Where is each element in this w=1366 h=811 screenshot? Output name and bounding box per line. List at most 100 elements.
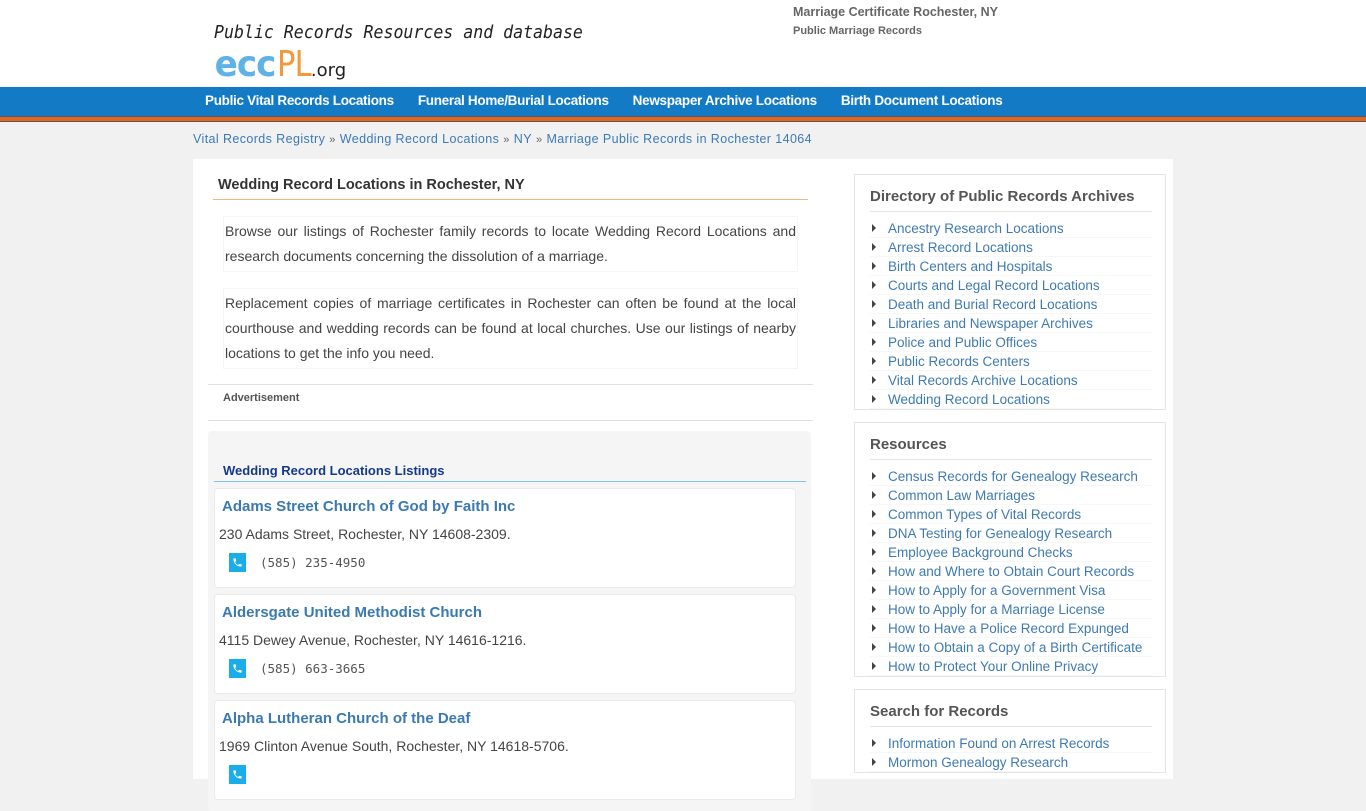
logo-org: .org: [310, 60, 347, 81]
breadcrumb-separator: »: [535, 134, 543, 146]
listing-name[interactable]: Alpha Lutheran Church of the Deaf: [219, 710, 791, 727]
site-tagline: Public Records Resources and database: [214, 22, 583, 43]
directory-item[interactable]: Courts and Legal Record Locations: [870, 276, 1152, 295]
search-records-link[interactable]: Information Found on Arrest Records: [888, 736, 1109, 751]
directory-link[interactable]: Ancestry Research Locations: [888, 221, 1064, 236]
nav-item-funeral-home-burial[interactable]: Funeral Home/Burial Locations: [418, 93, 609, 108]
resources-item[interactable]: How to Apply for a Government Visa: [870, 581, 1152, 600]
listing-name[interactable]: Adams Street Church of God by Faith Inc: [219, 498, 791, 515]
directory-item[interactable]: Arrest Record Locations: [870, 238, 1152, 257]
directory-item[interactable]: Wedding Record Locations: [870, 390, 1152, 409]
caret-right-icon: [872, 529, 876, 537]
breadcrumb-separator: »: [329, 134, 336, 146]
resources-item[interactable]: How to Protect Your Online Privacy: [870, 657, 1152, 676]
breadcrumb: Vital Records Registry » Wedding Record Lo…: [0, 122, 1366, 158]
page-content: Wedding Record Locations in Rochester, N…: [193, 159, 1173, 811]
resources-link[interactable]: DNA Testing for Genealogy Research: [888, 526, 1112, 541]
directory-link[interactable]: Death and Burial Record Locations: [888, 297, 1097, 312]
listing-address: 230 Adams Street, Rochester, NY 14608-23…: [219, 526, 511, 542]
logo-ecc: ecc: [214, 44, 277, 85]
directory-link[interactable]: Courts and Legal Record Locations: [888, 278, 1100, 293]
directory-box: Directory of Public Records Archives Anc…: [854, 174, 1166, 410]
breadcrumb-separator: »: [503, 134, 510, 146]
site-header: Public Records Resources and database ec…: [0, 0, 1366, 87]
resources-link[interactable]: How to Protect Your Online Privacy: [888, 659, 1098, 674]
breadcrumb-item[interactable]: NY: [514, 132, 532, 146]
directory-item[interactable]: Libraries and Newspaper Archives: [870, 314, 1152, 333]
resources-link[interactable]: Census Records for Genealogy Research: [888, 469, 1138, 484]
caret-right-icon: [872, 510, 876, 518]
resources-link[interactable]: Common Law Marriages: [888, 488, 1035, 503]
caret-right-icon: [872, 624, 876, 632]
listings-section: Wedding Record Locations Listings Adams …: [208, 431, 811, 811]
advertisement-slot: Advertisement: [208, 384, 813, 421]
search-records-item[interactable]: Mormon Genealogy Research: [870, 753, 1152, 772]
resources-link[interactable]: How to Obtain a Copy of a Birth Certific…: [888, 640, 1142, 655]
resources-link[interactable]: Employee Background Checks: [888, 545, 1073, 560]
resources-link[interactable]: How to Have a Police Record Expunged: [888, 621, 1129, 636]
directory-link[interactable]: Libraries and Newspaper Archives: [888, 316, 1093, 331]
resources-link[interactable]: How to Apply for a Government Visa: [888, 583, 1105, 598]
page-title: Wedding Record Locations in Rochester, N…: [213, 175, 808, 200]
resources-link[interactable]: Common Types of Vital Records: [888, 507, 1081, 522]
caret-right-icon: [872, 357, 876, 365]
resources-item[interactable]: Census Records for Genealogy Research: [870, 467, 1152, 486]
resources-item[interactable]: How to Have a Police Record Expunged: [870, 619, 1152, 638]
directory-link[interactable]: Police and Public Offices: [888, 335, 1037, 350]
listing-phone: (585) 663-3665: [219, 659, 791, 678]
resources-item[interactable]: How and Where to Obtain Court Records: [870, 562, 1152, 581]
listing-address: 1969 Clinton Avenue South, Rochester, NY…: [219, 738, 569, 754]
caret-right-icon: [872, 243, 876, 251]
phone-number[interactable]: (585) 663-3665: [260, 661, 365, 676]
search-records-list: Information Found on Arrest Records Mormo…: [870, 734, 1152, 772]
directory-list: Ancestry Research Locations Arrest Record…: [870, 219, 1152, 409]
caret-right-icon: [872, 758, 876, 766]
directory-item[interactable]: Ancestry Research Locations: [870, 219, 1152, 238]
caret-right-icon: [872, 338, 876, 346]
search-records-link[interactable]: Mormon Genealogy Research: [888, 755, 1068, 770]
listing-address: 4115 Dewey Avenue, Rochester, NY 14616-1…: [219, 632, 527, 648]
resources-item[interactable]: Common Law Marriages: [870, 486, 1152, 505]
header-page-title: Marriage Certificate Rochester, NY: [793, 5, 998, 19]
directory-link[interactable]: Arrest Record Locations: [888, 240, 1033, 255]
sidebar: Directory of Public Records Archives Anc…: [854, 174, 1166, 785]
listing-name[interactable]: Aldersgate United Methodist Church: [219, 604, 791, 621]
directory-item[interactable]: Death and Burial Record Locations: [870, 295, 1152, 314]
resources-link[interactable]: How to Apply for a Marriage License: [888, 602, 1105, 617]
directory-link[interactable]: Vital Records Archive Locations: [888, 373, 1078, 388]
resources-item[interactable]: DNA Testing for Genealogy Research: [870, 524, 1152, 543]
site-logo[interactable]: eccPL.org: [213, 44, 347, 85]
resources-item[interactable]: Common Types of Vital Records: [870, 505, 1152, 524]
breadcrumb-item[interactable]: Vital Records Registry: [193, 132, 325, 146]
resources-title: Resources: [870, 423, 1152, 460]
directory-link[interactable]: Birth Centers and Hospitals: [888, 259, 1052, 274]
resources-link[interactable]: How and Where to Obtain Court Records: [888, 564, 1134, 579]
nav-item-public-vital-records[interactable]: Public Vital Records Locations: [205, 93, 394, 108]
directory-link[interactable]: Wedding Record Locations: [888, 392, 1050, 407]
breadcrumb-item-current[interactable]: Marriage Public Records in Rochester 140…: [546, 132, 812, 146]
directory-item[interactable]: Vital Records Archive Locations: [870, 371, 1152, 390]
breadcrumb-item[interactable]: Wedding Record Locations: [340, 132, 499, 146]
nav-item-birth-document[interactable]: Birth Document Locations: [841, 93, 1003, 108]
directory-item[interactable]: Public Records Centers: [870, 352, 1152, 371]
caret-right-icon: [872, 605, 876, 613]
nav-item-newspaper-archive[interactable]: Newspaper Archive Locations: [633, 93, 818, 108]
caret-right-icon: [872, 376, 876, 384]
resources-item[interactable]: How to Apply for a Marriage License: [870, 600, 1152, 619]
caret-right-icon: [872, 281, 876, 289]
resources-item[interactable]: How to Obtain a Copy of a Birth Certific…: [870, 638, 1152, 657]
caret-right-icon: [872, 662, 876, 670]
directory-item[interactable]: Birth Centers and Hospitals: [870, 257, 1152, 276]
caret-right-icon: [872, 491, 876, 499]
listing-card: Adams Street Church of God by Faith Inc …: [214, 488, 796, 588]
resources-box: Resources Census Records for Genealogy R…: [854, 422, 1166, 677]
directory-link[interactable]: Public Records Centers: [888, 354, 1030, 369]
directory-item[interactable]: Police and Public Offices: [870, 333, 1152, 352]
caret-right-icon: [872, 472, 876, 480]
advertisement-label: Advertisement: [223, 392, 300, 404]
caret-right-icon: [872, 319, 876, 327]
header-titles: Marriage Certificate Rochester, NY Publi…: [793, 5, 998, 37]
search-records-item[interactable]: Information Found on Arrest Records: [870, 734, 1152, 753]
phone-number[interactable]: (585) 235-4950: [260, 555, 365, 570]
resources-item[interactable]: Employee Background Checks: [870, 543, 1152, 562]
